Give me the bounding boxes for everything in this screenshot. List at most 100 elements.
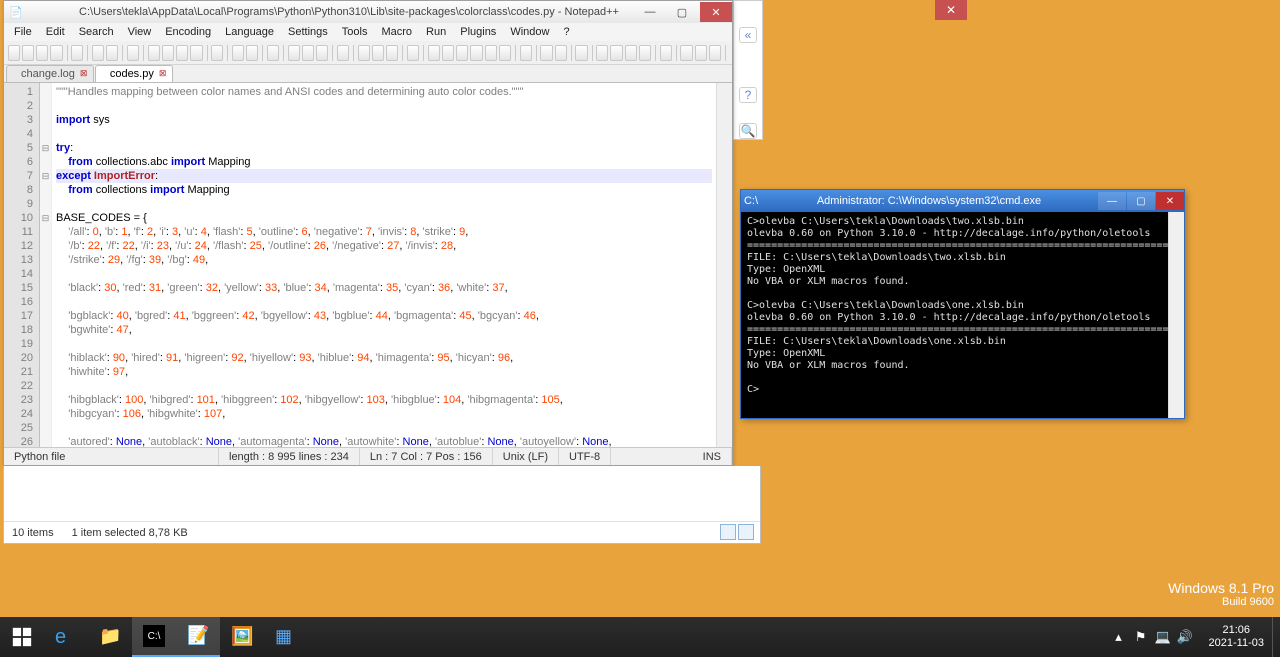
menu-?[interactable]: ?	[557, 25, 575, 39]
taskbar-clock[interactable]: 21:06 2021-11-03	[1201, 624, 1272, 650]
toolbar-icon[interactable]	[596, 45, 608, 61]
cmd-minimize-button[interactable]: —	[1098, 192, 1126, 210]
toolbar-icon[interactable]	[8, 45, 20, 61]
view-large-icon[interactable]	[738, 524, 754, 540]
toolbar-icon[interactable]	[442, 45, 454, 61]
cmd-maximize-button[interactable]: ▢	[1127, 192, 1155, 210]
menu-run[interactable]: Run	[420, 25, 452, 39]
toolbar-icon[interactable]	[288, 45, 300, 61]
view-details-icon[interactable]	[720, 524, 736, 540]
toolbar-icon[interactable]	[246, 45, 258, 61]
notepadpp-window: 📄 C:\Users\tekla\AppData\Local\Programs\…	[3, 0, 733, 466]
toolbar-icon[interactable]	[428, 45, 440, 61]
toolbar-icon[interactable]	[211, 45, 223, 61]
tray-network-icon[interactable]: 💻	[1155, 629, 1171, 645]
tab-close-icon[interactable]: ⊠	[159, 68, 169, 78]
cmd-terminal[interactable]: C>olevba C:\Users\tekla\Downloads\two.xl…	[741, 212, 1168, 418]
toolbar-icon[interactable]	[106, 45, 118, 61]
toolbar-icon[interactable]	[695, 45, 707, 61]
toolbar-icon[interactable]	[176, 45, 188, 61]
toolbar-icon[interactable]	[555, 45, 567, 61]
toolbar-icon[interactable]	[71, 45, 83, 61]
taskbar-notepadpp-icon[interactable]: 📝	[176, 617, 220, 657]
taskbar-ie-icon[interactable]: e	[44, 617, 88, 657]
toolbar-icon[interactable]	[127, 45, 139, 61]
menu-view[interactable]: View	[122, 25, 158, 39]
npp-titlebar[interactable]: 📄 C:\Users\tekla\AppData\Local\Programs\…	[4, 1, 732, 23]
app-icon: 📄	[8, 6, 24, 19]
toolbar-icon[interactable]	[520, 45, 532, 61]
maximize-button[interactable]: ▢	[666, 2, 698, 22]
toolbar-icon[interactable]	[50, 45, 62, 61]
toolbar-icon[interactable]	[540, 45, 552, 61]
menu-search[interactable]: Search	[73, 25, 120, 39]
toolbar-icon[interactable]	[660, 45, 672, 61]
toolbar-icon[interactable]	[92, 45, 104, 61]
toolbar-icon[interactable]	[470, 45, 482, 61]
show-desktop-button[interactable]	[1272, 617, 1280, 657]
taskbar-cmd-icon[interactable]: C:\	[132, 617, 176, 657]
toolbar-icon[interactable]	[639, 45, 651, 61]
toolbar-icon[interactable]	[148, 45, 160, 61]
toolbar-icon[interactable]	[190, 45, 202, 61]
menu-file[interactable]: File	[8, 25, 38, 39]
start-button[interactable]	[0, 617, 44, 657]
minimize-button[interactable]: —	[634, 2, 666, 22]
tab-close-icon[interactable]: ⊠	[80, 68, 90, 78]
toolbar-icon[interactable]	[232, 45, 244, 61]
toolbar-icon[interactable]	[709, 45, 721, 61]
toolbar-icon[interactable]	[407, 45, 419, 61]
menu-plugins[interactable]: Plugins	[454, 25, 502, 39]
menu-settings[interactable]: Settings	[282, 25, 334, 39]
taskbar-app-icon[interactable]: ▦	[264, 617, 308, 657]
toolbar-icon[interactable]	[337, 45, 349, 61]
menu-window[interactable]: Window	[504, 25, 555, 39]
tray-flag-icon[interactable]: ⚑	[1133, 629, 1149, 645]
cmd-title: Administrator: C:\Windows\system32\cmd.e…	[761, 195, 1097, 207]
toolbar-icon[interactable]	[267, 45, 279, 61]
close-button[interactable]: ✕	[700, 2, 732, 22]
toolbar-icon[interactable]	[456, 45, 468, 61]
toolbar-icon[interactable]	[610, 45, 622, 61]
tray-chevron-icon[interactable]: ▴	[1111, 629, 1127, 645]
tab-change-log[interactable]: change.log⊠	[6, 65, 94, 82]
background-window-close[interactable]: ✕	[935, 0, 967, 20]
cmd-close-button[interactable]: ✕	[1156, 192, 1184, 210]
vertical-scrollbar[interactable]	[716, 83, 732, 447]
cmd-scrollbar[interactable]	[1168, 212, 1184, 418]
toolbar-icon[interactable]	[358, 45, 370, 61]
toolbar-icon[interactable]	[485, 45, 497, 61]
taskbar-paint-icon[interactable]: 🖼️	[220, 617, 264, 657]
menu-edit[interactable]: Edit	[40, 25, 71, 39]
status-length: length : 8 995 lines : 234	[219, 448, 360, 465]
taskbar-explorer-icon[interactable]: 📁	[88, 617, 132, 657]
toolbar-icon[interactable]	[316, 45, 328, 61]
code-area[interactable]: """Handles mapping between color names a…	[52, 83, 716, 447]
npp-editor[interactable]: 1234567891011121314151617181920212223242…	[4, 83, 732, 447]
search-icon[interactable]: 🔍	[739, 123, 757, 139]
system-tray[interactable]: ▴ ⚑ 💻 🔊	[1103, 629, 1201, 645]
toolbar-icon[interactable]	[302, 45, 314, 61]
toolbar-icon[interactable]	[372, 45, 384, 61]
toolbar-icon[interactable]	[625, 45, 637, 61]
toolbar-icon[interactable]	[680, 45, 692, 61]
toolbar-icon[interactable]	[386, 45, 398, 61]
menu-tools[interactable]: Tools	[336, 25, 374, 39]
fold-gutter[interactable]: ⊟⊟⊟	[40, 83, 52, 447]
toolbar-icon[interactable]	[499, 45, 511, 61]
menu-macro[interactable]: Macro	[375, 25, 418, 39]
help-icon[interactable]: ?	[739, 87, 757, 103]
tab-codes-py[interactable]: codes.py⊠	[95, 65, 173, 82]
tray-volume-icon[interactable]: 🔊	[1177, 629, 1193, 645]
npp-tabbar: change.log⊠codes.py⊠	[4, 65, 732, 83]
menu-language[interactable]: Language	[219, 25, 280, 39]
chevron-icon[interactable]: «	[739, 27, 757, 43]
npp-menubar: FileEditSearchViewEncodingLanguageSettin…	[4, 23, 732, 41]
toolbar-icon[interactable]	[575, 45, 587, 61]
cmd-titlebar[interactable]: C:\ Administrator: C:\Windows\system32\c…	[741, 190, 1184, 212]
status-ins: INS	[693, 448, 732, 465]
toolbar-icon[interactable]	[162, 45, 174, 61]
toolbar-icon[interactable]	[36, 45, 48, 61]
menu-encoding[interactable]: Encoding	[159, 25, 217, 39]
toolbar-icon[interactable]	[22, 45, 34, 61]
